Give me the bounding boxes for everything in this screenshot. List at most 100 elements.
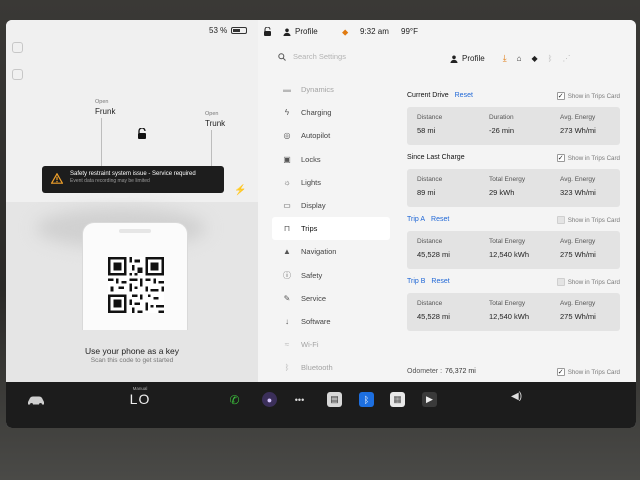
show-in-trips-card-checkbox[interactable]: ✓ Show in Trips Card [556,154,620,162]
wifi-icon: ≈ [284,340,290,350]
signal-icon[interactable]: ⋰ [562,54,570,63]
phone-icon[interactable]: ✆ [227,392,242,407]
notes-icon[interactable]: ▦ [390,392,405,407]
menu-item-navigation[interactable]: ▲ Navigation [272,240,390,263]
car-icon[interactable] [26,395,46,406]
current-drive-section: Current Drive Reset ✓ Show in Trips Card … [407,92,622,145]
trip-stats: Distance 58 mi Duration -26 min Avg. Energ… [407,107,620,145]
volume-icon[interactable]: ◀) [511,391,522,402]
bottom-bar: Manual LO ✆ ● ••• ▤ ᛒ ▦ ▶ ◀) [6,382,636,428]
section-header: Since Last Charge ✓ Show in Trips Card [407,154,622,166]
battery-percent: 53 % [209,26,228,35]
status-bar-right: Profile ⬥ 9:32 am 99°F [258,20,636,42]
odometer-show-in-trips-card-checkbox[interactable]: ✓ Show in Trips Card [556,368,620,376]
menu-item-safety[interactable]: ⓘ Safety [272,264,390,287]
menu-item-label: Autopilot [301,131,331,141]
lock-status-icon[interactable] [263,27,272,36]
profile-button[interactable]: Profile [450,54,485,63]
stat-label: Avg. Energy [560,238,596,245]
profile-label: Profile [462,54,485,63]
battery-indicator: 53 % [209,26,248,35]
phone-key-card[interactable]: Use your phone as a key Scan this code t… [6,202,258,382]
section-title: Trip B [407,278,426,285]
menu-item-label: Display [301,201,326,211]
warning-icon [51,173,63,184]
menu-item-display[interactable]: ▭ Display [272,194,390,217]
frunk-button[interactable]: Open Frunk [95,98,115,116]
display-icon: ▭ [283,201,291,211]
bolt-icon: ϟ [284,108,290,118]
trips-icon: ⊓ [283,224,291,234]
profile-status-button[interactable]: Profile [283,27,318,36]
menu-item-label: Bluetooth [301,363,333,373]
stat-label: Distance [417,114,443,121]
camera-icon[interactable]: ● [262,392,277,407]
more-icon[interactable]: ••• [292,392,307,407]
show-in-trips-card-checkbox[interactable]: ✓ Show in Trips Card [556,92,620,100]
reset-button[interactable]: Reset [431,216,449,223]
menu-item-software[interactable]: ↓ Software [272,310,390,333]
download-icon: ↓ [285,316,289,326]
menu-item-bluetooth[interactable]: ᛒ Bluetooth [272,356,390,379]
menu-item-charging[interactable]: ϟ Charging [272,101,390,124]
section-title: Current Drive [407,92,449,99]
stat-value: 12,540 kWh [489,312,530,321]
checkbox-checked: ✓ [556,154,565,162]
bluetooth-app-icon[interactable]: ᛒ [359,392,374,407]
menu-item-label: Trips [301,224,318,234]
menu-item-wifi[interactable]: ≈ Wi-Fi [272,333,390,356]
media-player-icon[interactable]: ▶ [422,392,437,407]
trip-stats: Distance 45,528 mi Total Energy 12,540 kWh… [407,231,620,269]
stat-label: Total Energy [489,238,526,245]
show-in-trips-card-checkbox[interactable]: Show in Trips Card [556,278,620,286]
menu-item-label: Charging [301,108,332,118]
status-bar-left: 53 % [6,26,258,40]
download-icon[interactable]: ⤓ [503,53,507,64]
safety-alert-banner[interactable]: Safety restraint system issue - Service … [42,166,224,193]
menu-item-autopilot[interactable]: ◎ Autopilot [272,124,390,147]
stat-value: -26 min [489,126,515,135]
bluetooth-icon: ᛒ [284,363,290,373]
unlocked-padlock-icon[interactable] [137,128,147,139]
bluetooth-status-icon[interactable]: ᛒ [548,54,553,63]
menu-item-label: Service [301,293,327,303]
show-in-trips-card-checkbox[interactable]: Show in Trips Card [556,216,620,224]
frunk-state: Open [95,99,109,105]
stat-label: Total Energy [489,300,526,307]
show-label: Show in Trips Card [567,154,620,162]
menu-item-dynamics[interactable]: ▬ Dynamics [272,78,390,101]
stat-value: 323 Wh/mi [560,188,596,197]
trunk-button[interactable]: Open Trunk [205,110,225,128]
search-settings[interactable]: Search Settings [278,52,346,61]
charge-port-bolt-icon[interactable]: ⚡ [234,185,246,196]
stat-label: Avg. Energy [560,114,596,121]
stat-label: Duration [489,114,514,121]
sentry-icon[interactable]: ⬥ [342,27,348,38]
menu-item-trips[interactable]: ⊓ Trips [272,217,390,241]
outside-temperature: 99°F [401,27,418,36]
reset-button[interactable]: Reset [455,92,473,99]
stat-value: 45,528 mi [417,312,450,321]
calendar-icon[interactable]: ▤ [327,392,342,407]
menu-item-label: Navigation [301,247,337,257]
menu-item-service[interactable]: ✎ Service [272,287,390,310]
bell-icon[interactable]: ◆ [532,54,538,63]
menu-item-label: Locks [301,154,321,164]
stat-label: Avg. Energy [560,176,596,183]
show-label: Show in Trips Card [567,216,620,224]
alert-subtitle: Event data recording may be limited [70,178,150,184]
reset-button[interactable]: Reset [431,278,449,285]
home-icon[interactable]: ⌂ [517,54,522,63]
section-header: Current Drive Reset ✓ Show in Trips Card [407,92,622,104]
since-last-charge-section: Since Last Charge ✓ Show in Trips Card D… [407,154,622,207]
stat-value: 12,540 kWh [489,250,530,259]
trip-stats: Distance 89 mi Total Energy 29 kWh Avg. En… [407,169,620,207]
fog-light-icon[interactable] [12,69,23,80]
stat-label: Distance [417,176,443,183]
menu-item-locks[interactable]: ▣ Locks [272,148,390,171]
profile-status-label: Profile [295,27,318,36]
climate-control[interactable]: Manual LO [125,386,155,409]
menu-item-lights[interactable]: ☼ Lights [272,171,390,194]
stat-duration: Duration -26 min [489,114,514,135]
headlight-icon[interactable] [12,42,23,53]
